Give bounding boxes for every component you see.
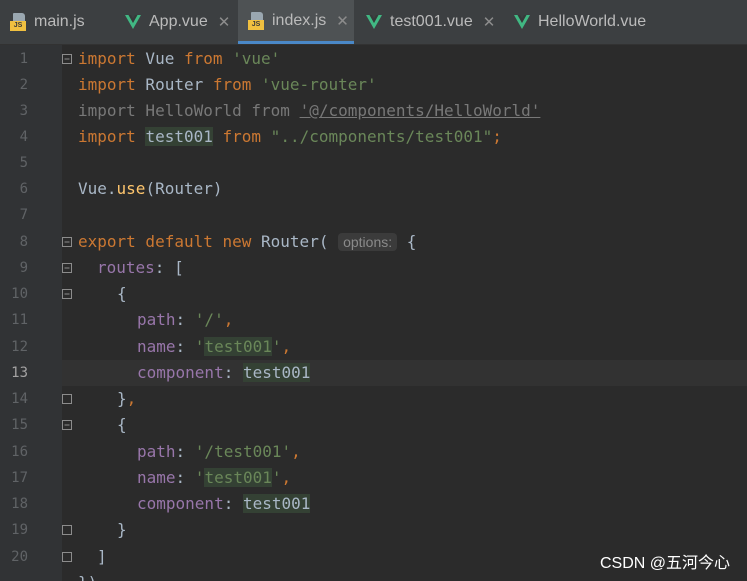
code-text: { [117,415,127,434]
code-text: ] [97,547,107,566]
code-text: }) [78,570,97,581]
line-number: 19 [11,522,28,538]
fold-marker-icon[interactable] [62,237,72,247]
code-text: import Vue from 'vue' [78,49,281,68]
line-number: 13 [11,365,28,381]
close-icon[interactable]: ✕ [483,13,496,31]
code-line: 8 export default new Router( options: { [0,229,747,255]
tab-app-vue[interactable]: App.vue ✕ [113,0,238,44]
line-number: 20 [11,549,28,565]
vue-file-icon [514,15,530,29]
line-number: 6 [19,181,28,197]
tab-label: index.js [272,11,327,29]
code-text: import test001 from "../components/test0… [78,127,502,146]
line-number: 16 [11,444,28,460]
tab-helloworld-vue[interactable]: HelloWorld.vue [504,0,664,44]
tab-test001-vue[interactable]: test001.vue ✕ [354,0,504,44]
code-line: 18 component: test001 [0,491,747,517]
fold-end-icon[interactable] [62,394,72,404]
code-line: 19 } [0,517,747,543]
fold-end-icon[interactable] [62,552,72,562]
fold-marker-icon[interactable] [62,289,72,299]
tab-label: main.js [34,13,85,30]
code-line: 4 import test001 from "../components/tes… [0,124,747,150]
code-text: component: test001 [137,363,311,382]
code-text: routes: [ [97,258,184,277]
watermark: CSDN @五河今心 [599,555,730,572]
code-line: 2 import Router from 'vue-router' [0,72,747,98]
parameter-hint: options: [338,233,398,251]
tab-index-js[interactable]: JS index.js ✕ [238,0,354,44]
tab-main-js[interactable]: JS main.js [0,0,113,44]
line-number: 11 [11,312,28,328]
code-text: Vue.use(Router) [78,179,223,198]
code-line: 15 { [0,412,747,438]
code-text: { [117,284,127,303]
code-text: import HelloWorld from '@/components/Hel… [78,101,541,120]
code-line: 1 import Vue from 'vue' [0,46,747,72]
code-text: path: '/test001', [137,442,301,461]
line-number: 1 [19,51,28,67]
code-line: 16 path: '/test001', [0,439,747,465]
line-number: 9 [19,260,28,276]
code-line: 14 }, [0,386,747,412]
close-icon[interactable]: ✕ [336,12,349,30]
js-file-icon: JS [10,13,26,31]
code-editor[interactable]: 1 import Vue from 'vue' 2 import Router … [0,45,747,581]
code-text: component: test001 [137,494,311,513]
code-line: 17 name: 'test001', [0,465,747,491]
line-number: 17 [11,470,28,486]
line-number: 7 [19,207,28,223]
code-text: name: 'test001', [137,468,292,487]
tab-label: test001.vue [390,13,473,30]
tab-label: App.vue [149,13,208,30]
code-text: name: 'test001', [137,337,292,356]
code-line: 5 [0,150,747,176]
js-file-icon: JS [248,11,264,30]
code-line: 7 [0,202,747,228]
code-text: export default new Router( options: { [78,232,417,251]
line-number: 8 [19,234,28,250]
line-number: 14 [11,391,28,407]
line-number: 3 [19,103,28,119]
code-line: 10 { [0,281,747,307]
line-number: 12 [11,339,28,355]
code-line: 9 routes: [ [0,255,747,281]
line-number: 18 [11,496,28,512]
code-line-current: 13 component: test001 [0,360,747,386]
line-number: 15 [11,417,28,433]
editor-tab-bar: JS main.js App.vue ✕ JS index.js ✕ test0… [0,0,747,45]
code-text: }, [117,389,137,408]
code-line: 6 Vue.use(Router) [0,176,747,202]
fold-marker-icon[interactable] [62,54,72,64]
line-number: 4 [19,129,28,145]
line-number: 10 [11,286,28,302]
code-text: import Router from 'vue-router' [78,75,377,94]
line-number: 5 [19,155,28,171]
code-line: 3 import HelloWorld from '@/components/H… [0,98,747,124]
fold-marker-icon[interactable] [62,263,72,273]
code-line: 12 name: 'test001', [0,334,747,360]
fold-marker-icon[interactable] [62,420,72,430]
code-text: } [117,520,127,539]
tab-label: HelloWorld.vue [538,13,647,30]
vue-file-icon [366,15,382,29]
close-icon[interactable]: ✕ [218,13,231,31]
fold-end-icon[interactable] [62,525,72,535]
code-line: 11 path: '/', [0,307,747,333]
line-number: 2 [19,77,28,93]
code-text: path: '/', [137,310,234,329]
vue-file-icon [125,15,141,29]
